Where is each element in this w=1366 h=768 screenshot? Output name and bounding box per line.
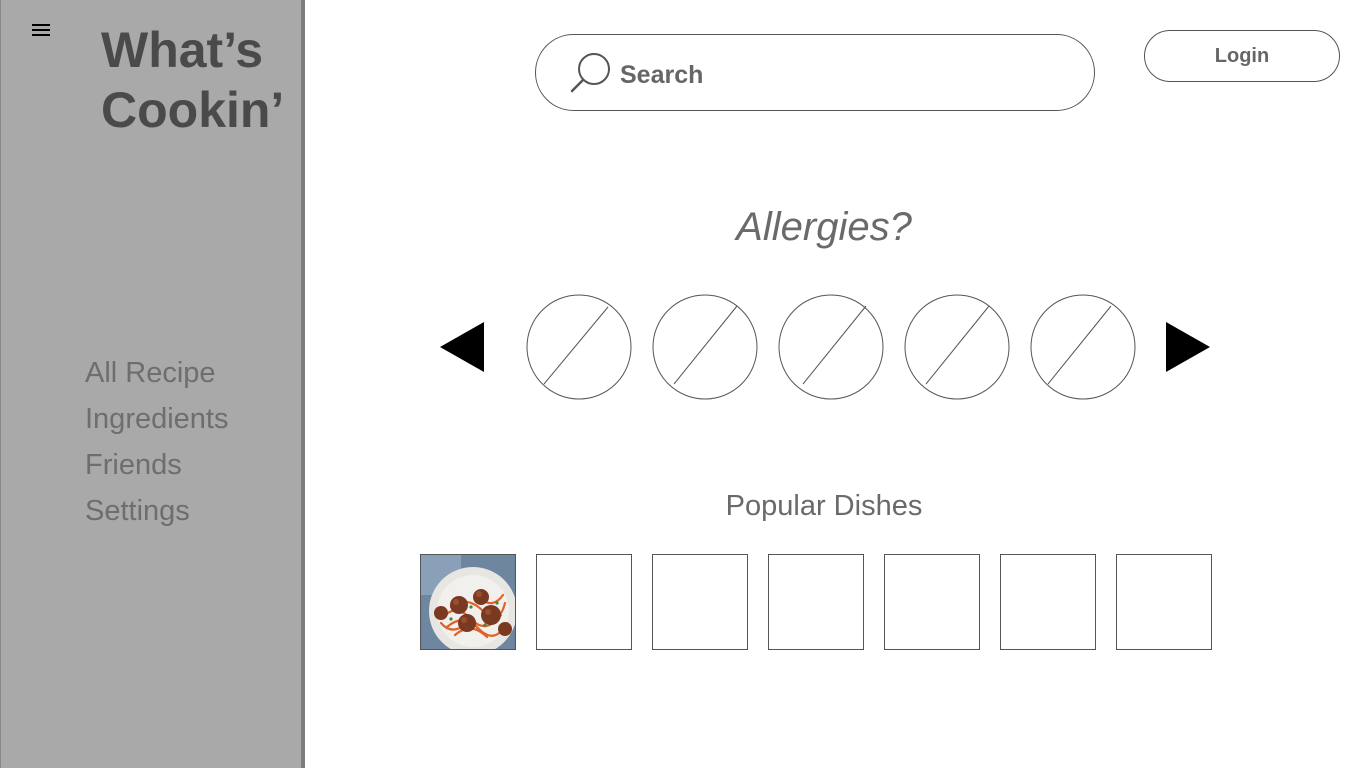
triangle-right-icon[interactable] [1166,322,1210,372]
search-input[interactable] [620,55,1060,95]
app-title: What’s Cookin’ [101,22,285,138]
hamburger-menu-icon[interactable] [32,23,50,37]
dish-thumbnail-5[interactable] [884,554,980,650]
allergy-option-3[interactable] [778,294,884,400]
sidebar-nav: All Recipe Ingredients Friends Settings [85,350,229,534]
sidebar-item-ingredients[interactable]: Ingredients [85,396,229,442]
sidebar-item-all-recipe[interactable]: All Recipe [85,350,229,396]
popular-dishes-title: Popular Dishes [725,490,923,522]
dish-thumbnail-4[interactable] [768,554,864,650]
login-button[interactable]: Login [1144,30,1340,82]
search-icon [570,53,610,93]
search-bar[interactable] [535,34,1095,111]
sidebar-item-settings[interactable]: Settings [85,488,229,534]
allergy-option-5[interactable] [1030,294,1136,400]
allergies-title: Allergies? [736,205,912,249]
triangle-left-icon[interactable] [440,322,484,372]
allergy-option-4[interactable] [904,294,1010,400]
spaghetti-meatballs-image [421,555,515,649]
dish-thumbnail-2[interactable] [536,554,632,650]
dish-thumbnail-1[interactable] [420,554,516,650]
dish-thumbnail-7[interactable] [1116,554,1212,650]
dish-thumbnail-6[interactable] [1000,554,1096,650]
dish-thumbnail-3[interactable] [652,554,748,650]
allergy-option-2[interactable] [652,294,758,400]
allergy-option-1[interactable] [526,294,632,400]
sidebar-item-friends[interactable]: Friends [85,442,229,488]
sidebar: What’s Cookin’ All Recipe Ingredients Fr… [0,0,305,768]
